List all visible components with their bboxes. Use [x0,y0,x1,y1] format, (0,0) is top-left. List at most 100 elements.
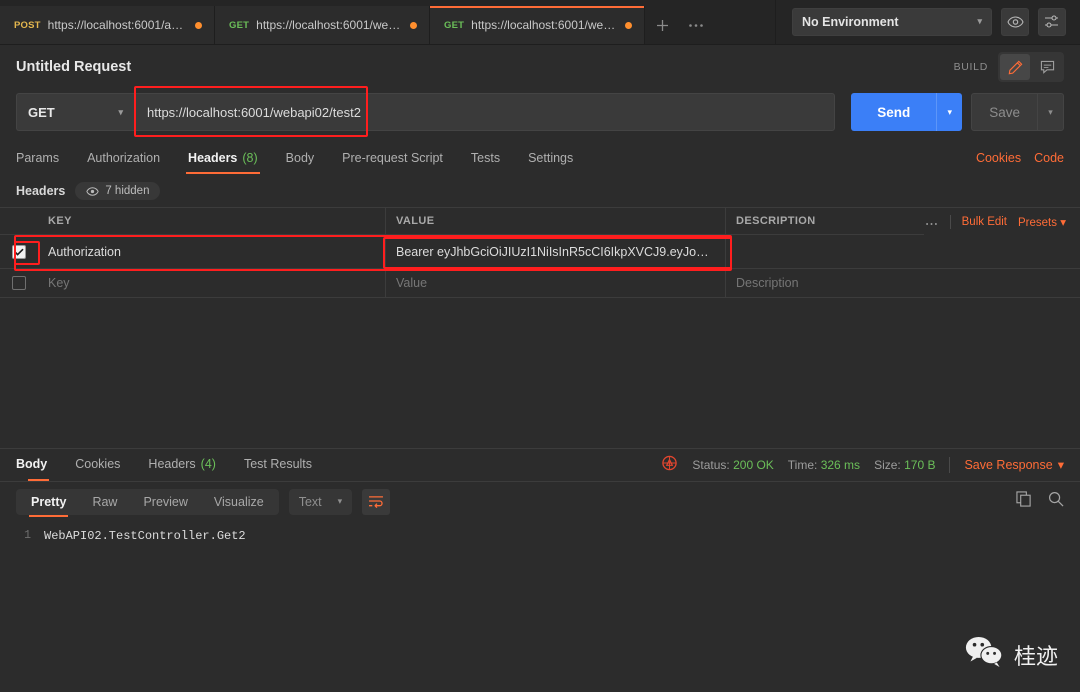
format-visualize-button[interactable]: Visualize [201,491,277,513]
headers-more-options-button[interactable] [924,214,951,229]
response-tab-cookies-label: Cookies [75,457,121,471]
send-button[interactable]: Send ▾ [851,93,963,131]
request-tab-1[interactable]: GET https://localhost:6001/webapi0... [215,6,430,44]
tab-params-label: Params [16,150,60,165]
header-row-description[interactable] [726,235,1080,268]
eye-icon [86,186,99,196]
tab-authorization-label: Authorization [87,150,161,165]
new-header-value-input[interactable]: Value [386,269,726,297]
tab-overflow-button[interactable] [679,6,713,44]
tab-authorization[interactable]: Authorization [73,141,174,174]
cookies-link[interactable]: Cookies [976,151,1021,165]
tab-settings-label: Settings [528,150,574,165]
response-type-selector[interactable]: Text ▾ [288,488,353,515]
tab-pre-request-script-label: Pre-request Script [342,150,443,165]
unsaved-dot-icon [410,21,417,29]
response-tab-headers-label: Headers [148,457,196,471]
postman-window: POST https://localhost:6001/auth/lo... G… [0,0,1080,692]
ellipsis-icon [689,23,703,27]
tab-headers[interactable]: Headers (8) [174,141,272,174]
new-header-key-input[interactable]: Key [38,269,386,297]
response-body-line: 1 WebAPI02.TestController.Get2 [0,521,1080,543]
response-tab-headers[interactable]: Headers (4) [134,448,230,481]
status-badge: 200 OK [733,457,774,472]
header-enabled-checkbox[interactable] [12,244,26,259]
request-tab-bar: POST https://localhost:6001/auth/lo... G… [0,0,1080,45]
comment-mode-button[interactable] [1032,54,1062,80]
header-row-value[interactable]: Bearer eyJhbGciOiJIUzI1NiIsInR5cCI6IkpXV… [386,235,726,268]
edit-mode-button[interactable] [1000,54,1030,80]
request-section-tab-list: Params Authorization Headers (8) Body Pr… [16,141,587,174]
response-type-label: Text [298,494,322,509]
headers-table-header-row: KEY VALUE DESCRIPTION [0,208,1080,235]
word-wrap-icon [369,496,384,508]
code-link[interactable]: Code [1034,151,1064,165]
title-row-actions: BUILD [954,52,1064,82]
tab-params[interactable]: Params [16,141,73,174]
copy-icon-svg [1016,491,1031,507]
format-raw-button[interactable]: Raw [79,491,130,513]
response-format-group: Pretty Raw Preview Visualize [16,488,279,517]
response-meta: Status: 200 OK Time: 326 ms Size: 170 B … [661,455,1064,474]
table-row[interactable]: Key Value Description [0,269,1080,298]
environment-quick-look-button[interactable] [1001,7,1029,36]
size-block: Size: 170 B [874,458,935,472]
format-pretty-button[interactable]: Pretty [18,491,79,517]
response-body-viewer[interactable]: 1 WebAPI02.TestController.Get2 桂迹 [0,520,1080,692]
new-tab-button[interactable] [645,6,679,44]
chevron-down-icon: ▾ [977,16,982,26]
unsaved-dot-icon [625,21,632,29]
bug-icon[interactable] [661,455,678,474]
response-tab-test-results[interactable]: Test Results [230,448,326,481]
time-block: Time: 326 ms [788,458,860,472]
send-options-caret-icon[interactable]: ▾ [936,93,963,131]
request-tab-0[interactable]: POST https://localhost:6001/auth/lo... [0,6,215,44]
send-button-label: Send [851,93,937,131]
headers-header-checkbox-cell [0,208,38,234]
response-format-controls: Pretty Raw Preview Visualize Text ▾ [16,488,391,517]
environment-settings-button[interactable] [1038,7,1066,36]
bug-icon-svg [662,455,678,471]
table-row[interactable]: Authorization Bearer eyJhbGciOiJIUzI1NiI… [0,235,1080,269]
tab-headers-count: (8) [242,150,258,165]
search-icon[interactable] [1048,491,1064,512]
save-button[interactable]: Save ▾ [971,93,1064,131]
request-body-spacer [0,298,1080,448]
presets-button[interactable]: Presets ▾ [1018,215,1066,229]
environment-selector-label: No Environment [802,14,899,29]
copy-icon[interactable] [1016,491,1032,512]
watermark: 桂迹 [965,636,1058,674]
url-input[interactable] [134,93,836,131]
response-tab-cookies[interactable]: Cookies [61,448,134,481]
pencil-icon [1008,60,1022,74]
environment-selector[interactable]: No Environment ▾ [792,7,992,36]
hidden-headers-label: 7 hidden [105,185,150,197]
new-header-enabled-checkbox[interactable] [12,276,26,290]
presets-label: Presets [1018,216,1058,229]
bulk-edit-button[interactable]: Bulk Edit [962,216,1007,228]
wechat-icon-svg [965,637,1003,667]
format-preview-button[interactable]: Preview [130,491,200,513]
wechat-icon [965,636,1005,674]
response-tab-headers-count: (4) [200,457,216,471]
http-method-selector[interactable]: GET ▾ [16,93,134,131]
save-response-button[interactable]: Save Response ▾ [964,457,1064,473]
unsaved-dot-icon [195,21,202,29]
check-icon [14,248,24,256]
tab-settings[interactable]: Settings [514,141,587,174]
request-tab-2[interactable]: GET https://localhost:6001/webapi0... [430,6,645,44]
response-tab-body[interactable]: Body [16,448,61,481]
header-row-checkbox-cell [0,235,38,268]
tab-tests[interactable]: Tests [457,141,514,174]
tab-pre-request-script[interactable]: Pre-request Script [328,141,457,174]
hidden-headers-toggle[interactable]: 7 hidden [75,182,161,200]
tab-tests-label: Tests [470,150,501,165]
tab-body[interactable]: Body [272,141,329,174]
new-header-description-input[interactable]: Description [726,269,1080,297]
save-options-caret-icon[interactable]: ▾ [1037,94,1063,130]
header-row-key[interactable]: Authorization [38,235,386,268]
response-toolbar: Pretty Raw Preview Visualize Text ▾ [0,480,1080,521]
request-tabs-links: Cookies Code [976,151,1064,165]
view-mode-group [998,52,1064,82]
word-wrap-button[interactable] [362,488,391,515]
